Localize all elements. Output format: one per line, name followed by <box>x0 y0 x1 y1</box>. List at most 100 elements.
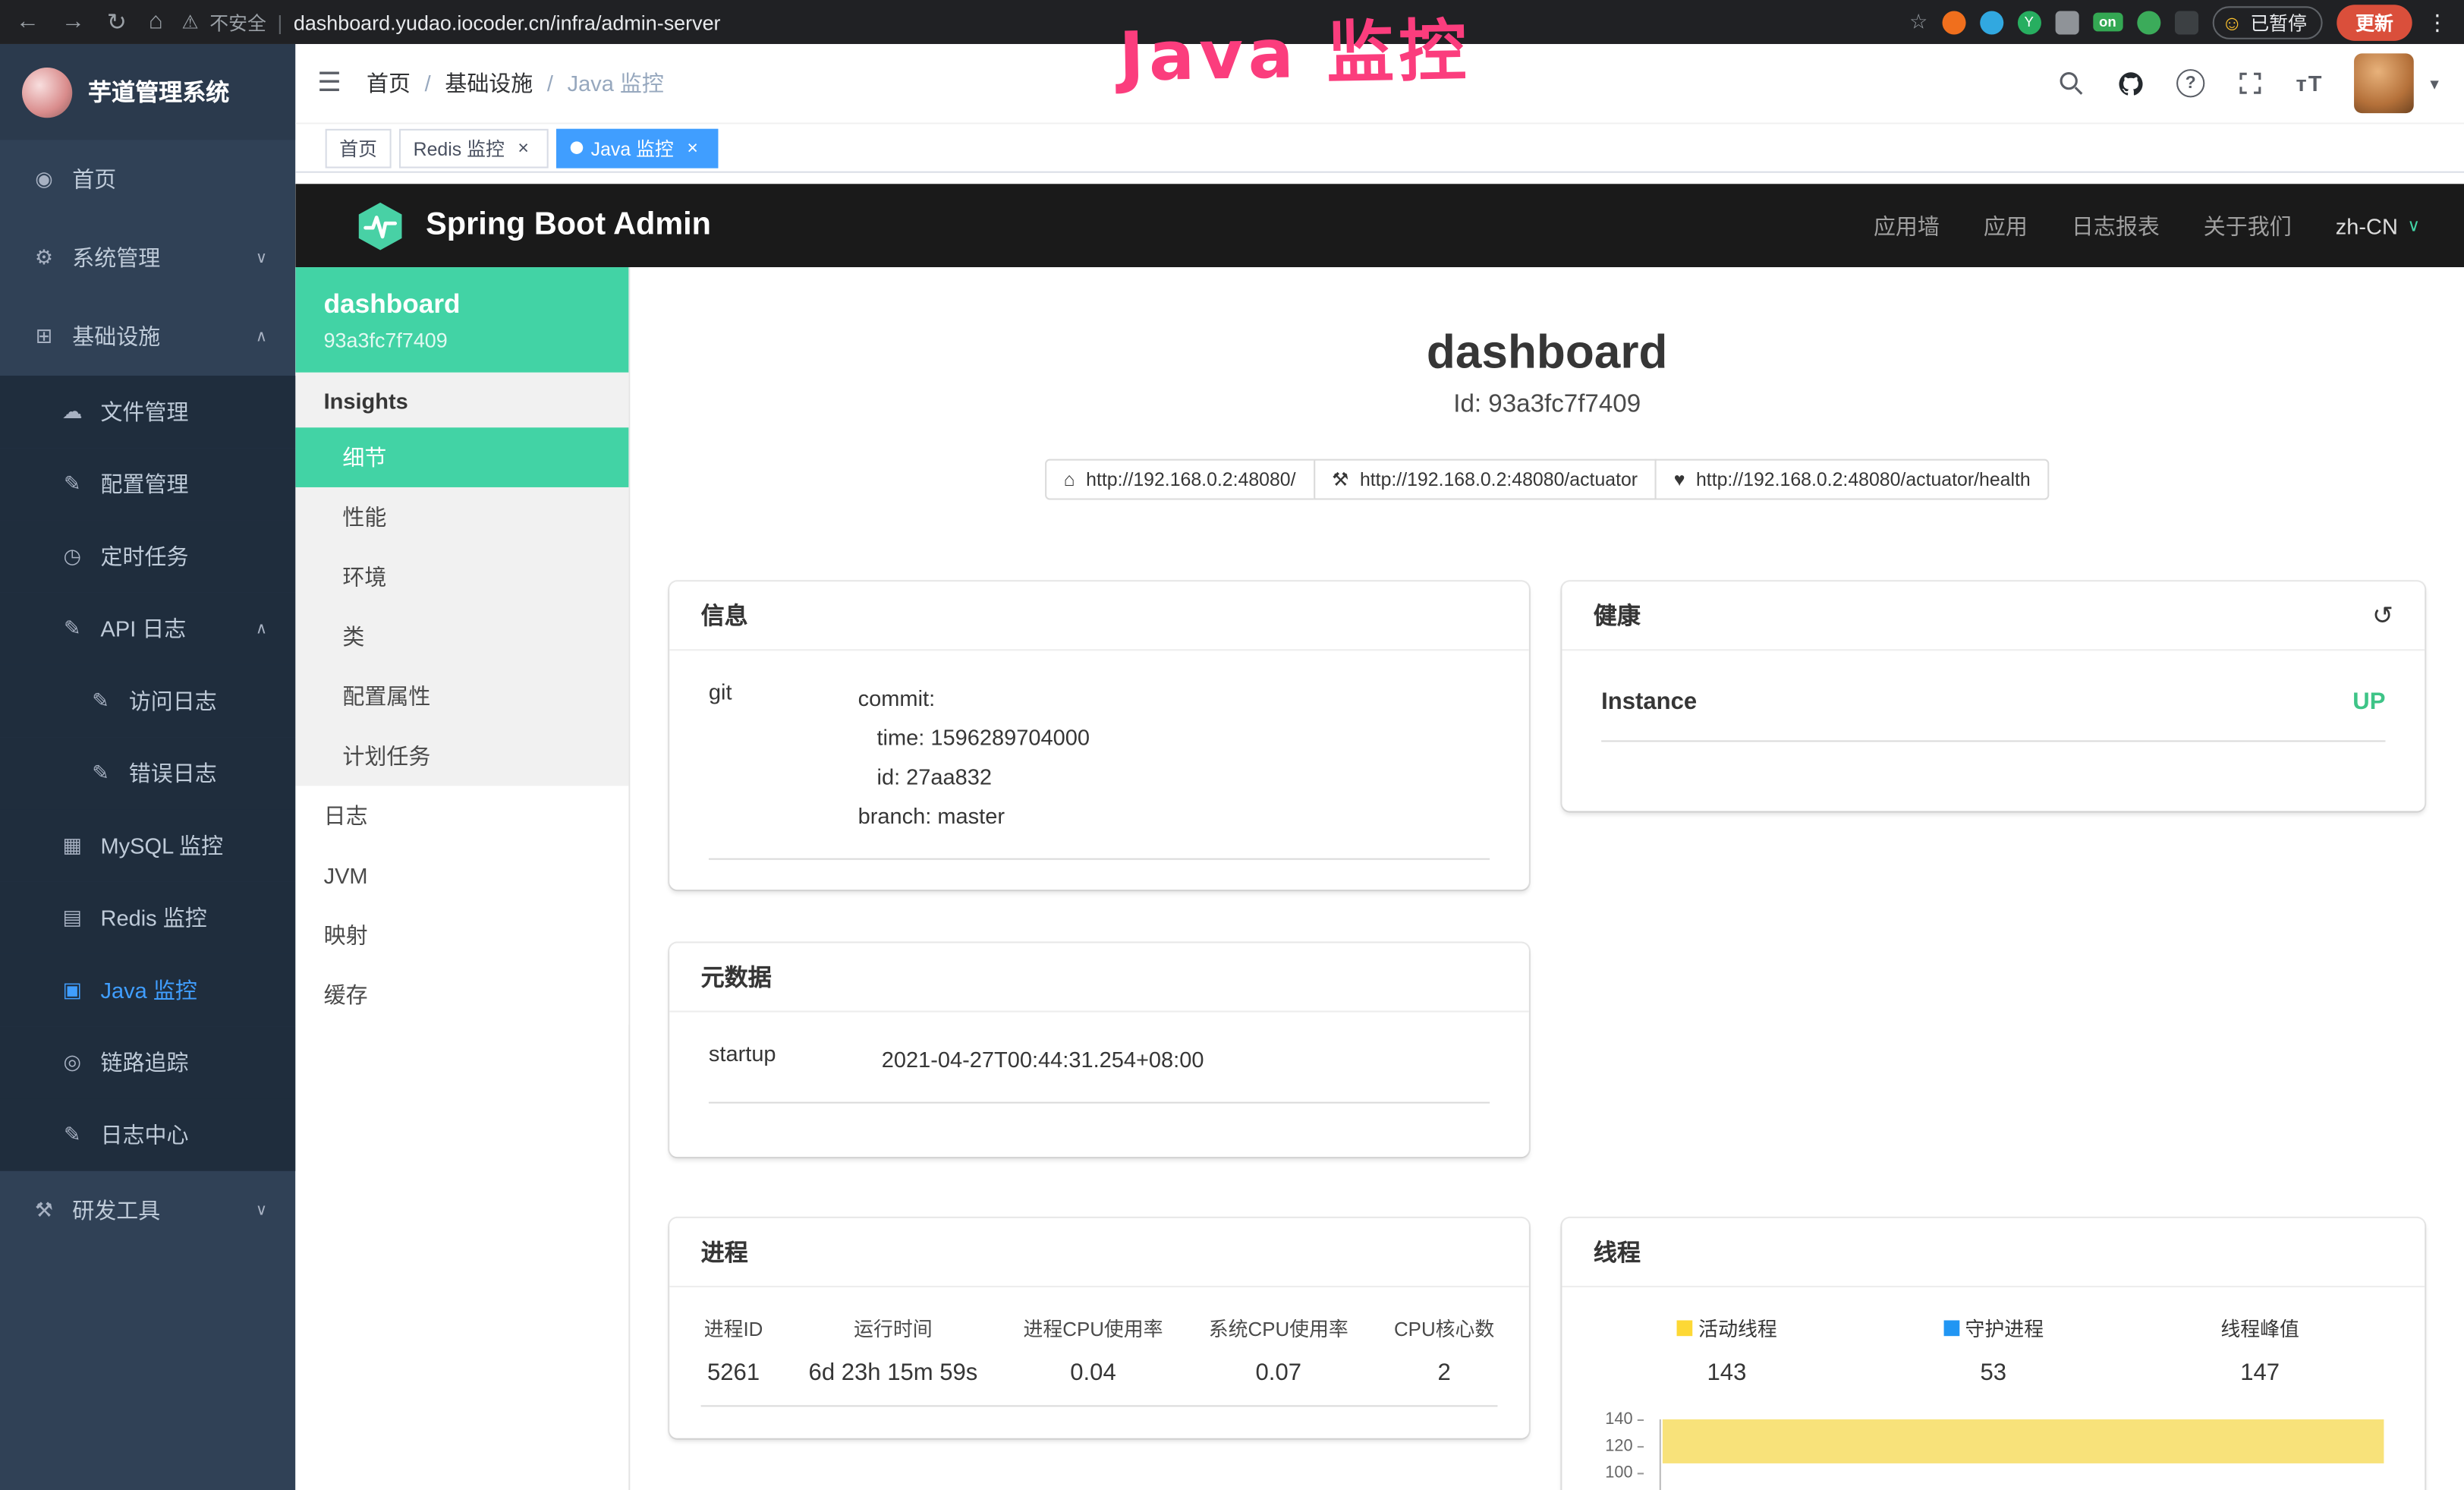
sidebar-item-scheduled-jobs[interactable]: ◷ 定时任务 <box>0 520 295 592</box>
sba-item-environment[interactable]: 环境 <box>295 547 628 607</box>
app-sidebar: 芋道管理系统 ◉ 首页 ⚙ 系统管理 ∨ ⊞ 基础设施 ∧ ☁ 文件管理 ✎ <box>0 44 295 1490</box>
browser-home-icon[interactable]: ⌂ <box>149 8 163 36</box>
sidebar-item-api-logs[interactable]: ✎ API 日志 ∧ <box>0 593 295 665</box>
address-bar[interactable]: ⚠ 不安全 | dashboard.yudao.iocoder.cn/infra… <box>181 8 1890 35</box>
info-card: 信息 git commit: time: 1596289704000 id: 2… <box>669 581 1529 890</box>
sba-nav-applications[interactable]: 应用 <box>1984 209 2028 241</box>
tab-home[interactable]: 首页 <box>326 128 392 168</box>
history-icon[interactable]: ↺ <box>2372 600 2393 631</box>
chevron-down-icon: ∨ <box>256 249 267 266</box>
sba-item-details[interactable]: 细节 <box>295 427 628 487</box>
sidebar-item-home[interactable]: ◉ 首页 <box>0 140 295 219</box>
process-cpu-value: 0.04 <box>1023 1359 1163 1386</box>
uptime-value: 6d 23h 15m 59s <box>809 1359 978 1386</box>
sba-locale-select[interactable]: zh-CN ∨ <box>2336 213 2420 238</box>
sidebar-item-mysql-monitor[interactable]: ▦ MySQL 监控 <box>0 809 295 881</box>
health-instance-label: Instance <box>1601 688 1697 715</box>
sba-instance-header[interactable]: dashboard 93a3fc7f7409 <box>295 267 628 373</box>
layers-icon: ▤ <box>60 906 85 931</box>
top-header: ☰ 首页 / 基础设施 / Java 监控 ? <box>295 44 2464 124</box>
browser-menu-icon[interactable]: ⋮ <box>2426 8 2448 35</box>
tool-icon: ⚒ <box>31 1198 56 1223</box>
cloud-icon: ☁ <box>60 399 85 424</box>
active-threads-area <box>1663 1419 2384 1463</box>
sba-item-mappings[interactable]: 映射 <box>295 906 628 966</box>
process-id-value: 5261 <box>704 1359 763 1386</box>
sidebar-item-redis-monitor[interactable]: ▤ Redis 监控 <box>0 882 295 954</box>
reload-icon[interactable]: ↻ <box>107 8 127 36</box>
puzzle-extension-icon[interactable] <box>2174 10 2198 33</box>
sidebar-item-error-logs[interactable]: ✎ 错误日志 <box>0 737 295 809</box>
warning-icon: ⚠ <box>181 11 198 33</box>
health-url-link[interactable]: ♥ http://192.168.0.2:48080/actuator/heal… <box>1655 459 2050 500</box>
sba-item-metrics[interactable]: 性能 <box>295 487 628 547</box>
paused-badge[interactable]: ☺ 已暂停 <box>2212 5 2323 38</box>
breadcrumb-infrastructure[interactable]: 基础设施 <box>445 68 533 99</box>
sidebar-item-system-mgmt[interactable]: ⚙ 系统管理 ∨ <box>0 219 295 298</box>
page-title: dashboard <box>630 327 2464 380</box>
search-icon[interactable] <box>2057 69 2085 97</box>
sidebar-item-dev-tools[interactable]: ⚒ 研发工具 ∨ <box>0 1171 295 1250</box>
close-icon[interactable]: × <box>512 137 534 159</box>
bookmark-star-icon[interactable]: ☆ <box>1909 9 1927 34</box>
sba-main-content: dashboard Id: 93a3fc7f7409 ⌂ http://192.… <box>630 267 2464 1490</box>
grid-extension-icon[interactable] <box>2055 10 2079 33</box>
active-threads-value: 143 <box>1707 1359 1747 1386</box>
update-button[interactable]: 更新 <box>2337 4 2412 40</box>
sba-item-jvm[interactable]: JVM <box>295 846 628 906</box>
sba-sidebar: dashboard 93a3fc7f7409 Insights 细节 性能 环境… <box>295 267 630 1490</box>
chevron-up-icon: ∧ <box>256 328 267 345</box>
sidebar-item-tracing[interactable]: ◎ 链路追踪 <box>0 1026 295 1098</box>
sba-item-caches[interactable]: 缓存 <box>295 965 628 1025</box>
font-size-icon[interactable]: тT <box>2296 71 2324 96</box>
tab-java-monitor[interactable]: Java 监控 × <box>556 128 718 168</box>
on-badge[interactable]: on <box>2093 13 2123 32</box>
clock-icon: ◷ <box>60 543 85 569</box>
sidebar-item-access-logs[interactable]: ✎ 访问日志 <box>0 665 295 737</box>
sba-nav-about[interactable]: 关于我们 <box>2204 209 2292 241</box>
y-extension-icon[interactable]: Y <box>2017 10 2041 33</box>
sba-item-logs[interactable]: 日志 <box>295 786 628 846</box>
tab-redis-monitor[interactable]: Redis 监控 × <box>399 128 549 168</box>
forward-icon[interactable]: → <box>61 8 85 36</box>
edit-icon: ✎ <box>60 616 85 641</box>
browser-chrome: ← → ↻ ⌂ ⚠ 不安全 | dashboard.yudao.iocoder.… <box>0 0 2464 44</box>
sba-nav-wallboard[interactable]: 应用墙 <box>1874 209 1940 241</box>
daemon-threads-swatch <box>1943 1319 1959 1335</box>
breadcrumb-current: Java 监控 <box>568 68 664 99</box>
monitor-icon: ▣ <box>60 978 85 1003</box>
threads-legend: 活动线程 143 守护进程 <box>1594 1312 2393 1386</box>
app-logo[interactable]: 芋道管理系统 <box>0 44 295 140</box>
spring-boot-admin-frame: Spring Boot Admin 应用墙 应用 日志报表 关于我们 zh-CN… <box>295 173 2464 1490</box>
close-icon[interactable]: × <box>681 137 703 159</box>
threads-chart: 140 120 100 <box>1594 1412 2393 1490</box>
sidebar-item-infrastructure[interactable]: ⊞ 基础设施 ∧ <box>0 297 295 376</box>
help-icon[interactable]: ? <box>2176 69 2204 97</box>
github-icon[interactable] <box>2116 69 2145 97</box>
sba-item-scheduled-tasks[interactable]: 计划任务 <box>295 726 628 786</box>
leaf-extension-icon[interactable] <box>2137 10 2160 33</box>
actuator-url-link[interactable]: ⚒ http://192.168.0.2:48080/actuator <box>1313 459 1657 500</box>
drop-extension-icon[interactable] <box>1980 10 2003 33</box>
sidebar-item-file-mgmt[interactable]: ☁ 文件管理 <box>0 376 295 448</box>
user-avatar[interactable] <box>2355 53 2415 113</box>
active-threads-swatch <box>1676 1319 1692 1335</box>
gear-icon: ⚙ <box>31 245 56 270</box>
fullscreen-icon[interactable] <box>2236 69 2264 97</box>
smiley-icon: ☺ <box>2221 10 2242 33</box>
sba-item-config-props[interactable]: 配置属性 <box>295 666 628 726</box>
sidebar-item-java-monitor[interactable]: ▣ Java 监控 <box>0 954 295 1026</box>
sba-item-classes[interactable]: 类 <box>295 606 628 666</box>
wrench-icon: ⚒ <box>1332 468 1348 490</box>
sidebar-item-config-mgmt[interactable]: ✎ 配置管理 <box>0 448 295 520</box>
sba-nav-journal[interactable]: 日志报表 <box>2072 209 2160 241</box>
fox-extension-icon[interactable] <box>1942 10 1965 33</box>
collapse-sidebar-icon[interactable]: ☰ <box>317 68 341 99</box>
breadcrumb-home[interactable]: 首页 <box>367 68 411 99</box>
sidebar-item-log-center[interactable]: ✎ 日志中心 <box>0 1098 295 1170</box>
sba-logo-icon <box>354 199 407 252</box>
sba-brand[interactable]: Spring Boot Admin <box>354 199 711 252</box>
service-url-link[interactable]: ⌂ http://192.168.0.2:48080/ <box>1045 459 1315 500</box>
security-label: 不安全 <box>209 8 266 35</box>
back-icon[interactable]: ← <box>16 8 39 36</box>
